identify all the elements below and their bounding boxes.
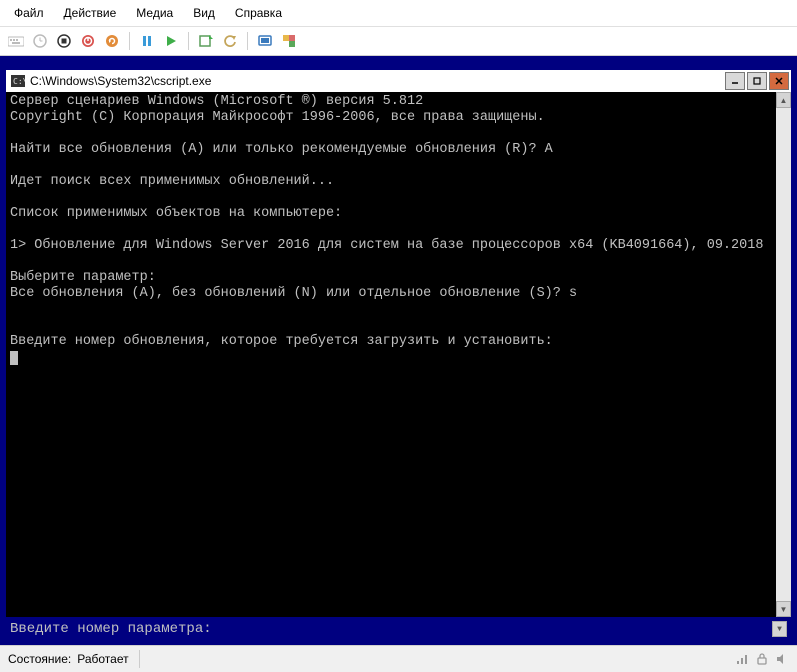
console-scrollbar[interactable]: ▲ ▼	[776, 92, 791, 617]
svg-text:C:\: C:\	[13, 77, 25, 86]
menu-help[interactable]: Справка	[225, 2, 292, 24]
console-window: C:\ C:\Windows\System32\cscript.exe Серв…	[6, 70, 791, 617]
clock-icon[interactable]	[30, 31, 50, 51]
vm-viewport: C:\ C:\Windows\System32\cscript.exe Серв…	[0, 56, 797, 645]
cursor	[10, 351, 18, 365]
menu-view[interactable]: Вид	[183, 2, 225, 24]
status-label: Состояние:	[8, 652, 71, 666]
cmd-icon: C:\	[10, 73, 26, 89]
console-title: C:\Windows\System32\cscript.exe	[30, 74, 725, 88]
minimize-button[interactable]	[725, 72, 745, 90]
network-icon	[735, 652, 749, 666]
console-titlebar[interactable]: C:\ C:\Windows\System32\cscript.exe	[6, 70, 791, 92]
toolbar-separator	[188, 32, 189, 50]
console-output[interactable]: Сервер сценариев Windows (Microsoft ®) в…	[6, 92, 776, 617]
checkpoint-icon[interactable]	[196, 31, 216, 51]
scroll-down-icon[interactable]: ▼	[776, 601, 791, 617]
toolbar-separator	[129, 32, 130, 50]
keyboard-icon[interactable]	[6, 31, 26, 51]
menu-bar: Файл Действие Медиа Вид Справка	[0, 0, 797, 27]
scroll-track[interactable]	[776, 108, 791, 601]
scroll-up-icon[interactable]: ▲	[776, 92, 791, 108]
reset-icon[interactable]	[102, 31, 122, 51]
share-icon[interactable]	[279, 31, 299, 51]
play-icon[interactable]	[161, 31, 181, 51]
speaker-icon	[775, 652, 789, 666]
shutdown-icon[interactable]	[78, 31, 98, 51]
maximize-button[interactable]	[747, 72, 767, 90]
pause-icon[interactable]	[137, 31, 157, 51]
status-value: Работает	[77, 652, 128, 666]
status-separator	[139, 650, 140, 668]
console-input-bar[interactable]: Введите номер параметра: ▼	[6, 619, 791, 639]
lock-icon	[755, 652, 769, 666]
toolbar	[0, 27, 797, 56]
toolbar-separator	[247, 32, 248, 50]
scroll-down-icon[interactable]: ▼	[772, 621, 787, 637]
menu-media[interactable]: Медиа	[126, 2, 183, 24]
revert-icon[interactable]	[220, 31, 240, 51]
menu-file[interactable]: Файл	[4, 2, 54, 24]
menu-action[interactable]: Действие	[54, 2, 127, 24]
status-bar: Состояние: Работает	[0, 645, 797, 672]
stop-icon[interactable]	[54, 31, 74, 51]
close-button[interactable]	[769, 72, 789, 90]
input-prompt: Введите номер параметра:	[10, 621, 212, 637]
enhanced-icon[interactable]	[255, 31, 275, 51]
